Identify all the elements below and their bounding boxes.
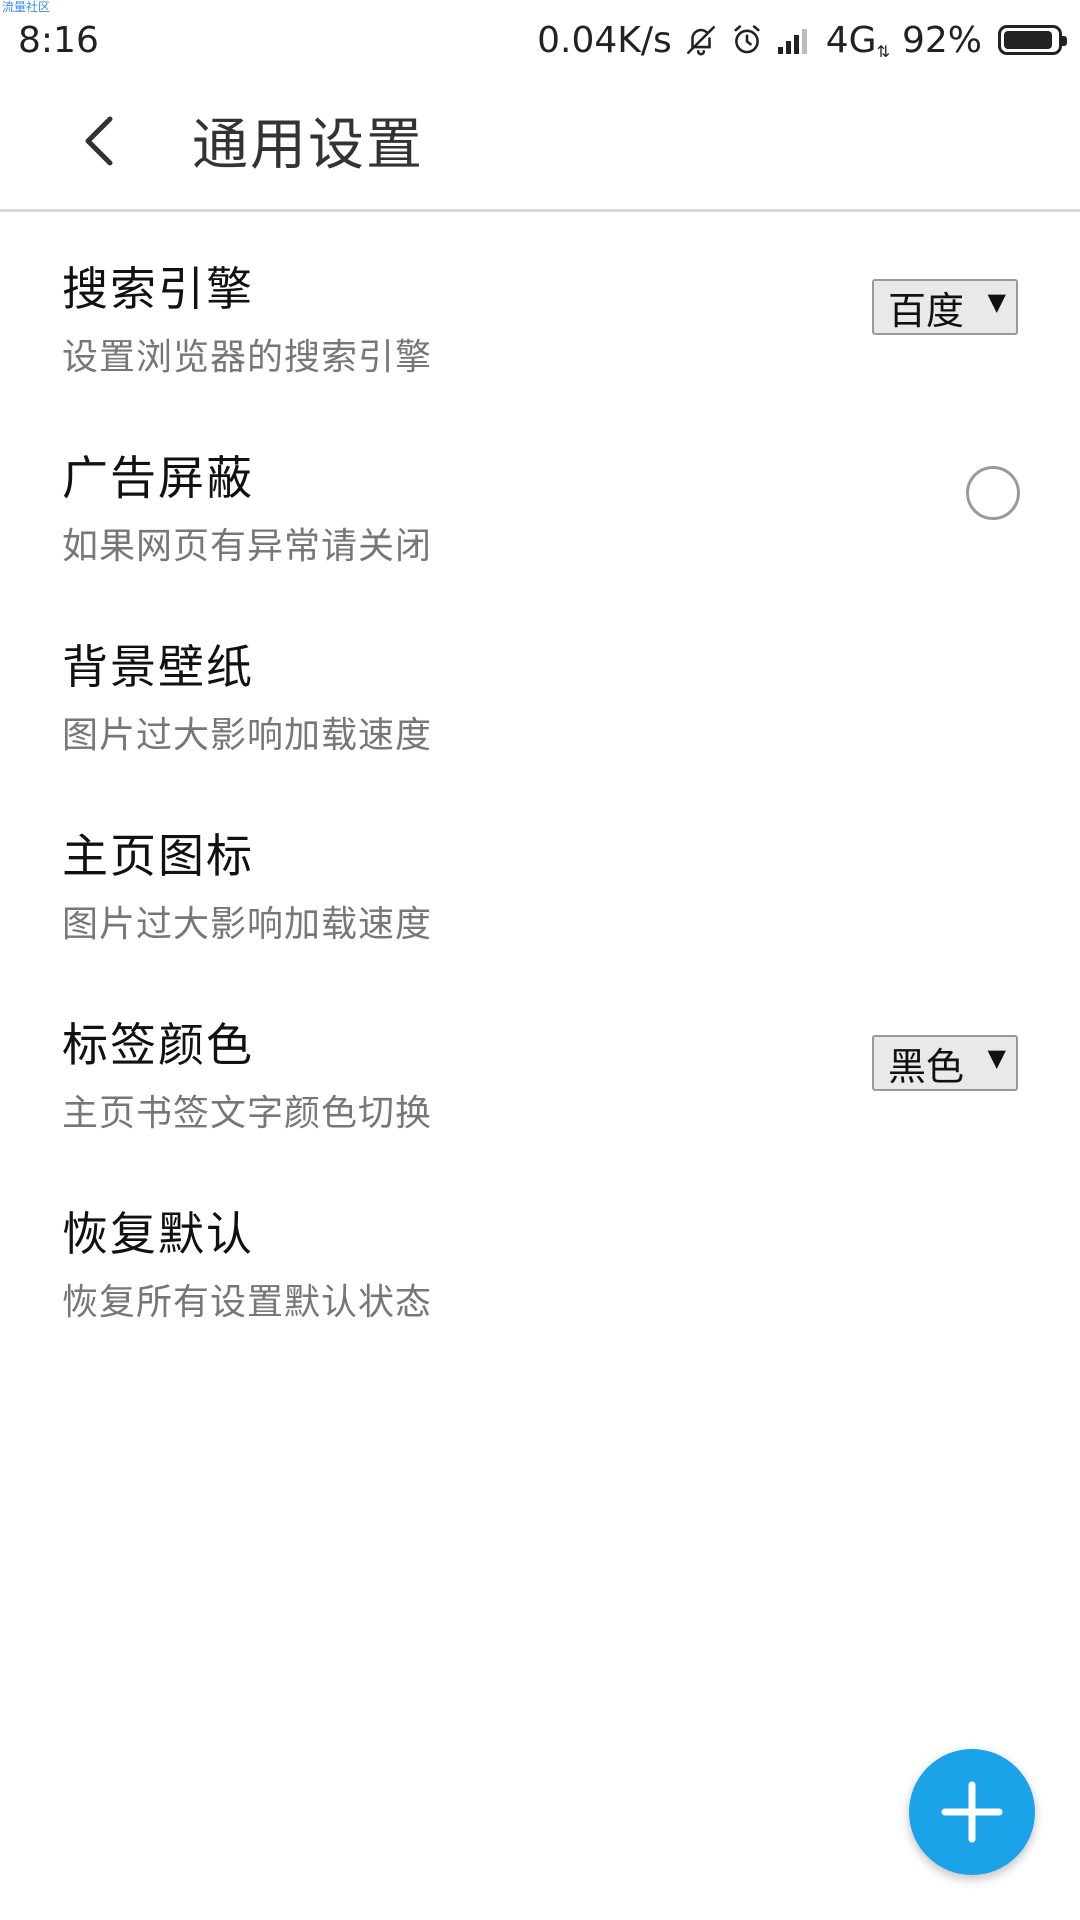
battery-icon [998,25,1067,55]
battery-fill [1004,31,1052,49]
ad-block-radio[interactable] [966,466,1020,520]
plus-icon [941,1781,1003,1843]
dropdown-arrow-icon: ▼ [987,288,1006,316]
setting-description: 图片过大影响加载速度 [62,715,433,756]
setting-description: 设置浏览器的搜索引擎 [62,337,433,378]
page-title: 通用设置 [192,113,424,178]
network-type: 4G⇅ [826,20,890,61]
setting-title: 广告屏蔽 [62,451,254,505]
setting-title: 标签颜色 [62,1018,254,1072]
setting-search-engine[interactable]: 搜索引擎 设置浏览器的搜索引擎 百度 ▼ [0,215,1080,404]
setting-description: 主页书签文字颜色切换 [62,1093,433,1134]
status-bar: 8:16 0.04K/s 4G⇅ 92% [0,0,1080,72]
setting-description: 图片过大影响加载速度 [62,904,433,945]
network-speed: 0.04K/s [537,19,672,61]
page: 流量社区 8:16 0.04K/s 4G⇅ 92% 通用设置 搜索引擎 设置浏览… [0,0,1080,1920]
data-arrows-icon: ⇅ [876,41,890,61]
dropdown-arrow-icon: ▼ [987,1044,1006,1072]
back-button[interactable] [48,91,148,191]
alarm-icon [730,23,764,57]
settings-list: 搜索引擎 设置浏览器的搜索引擎 百度 ▼ 广告屏蔽 如果网页有异常请关闭 背景壁… [0,215,1080,1349]
setting-description: 如果网页有异常请关闭 [62,526,433,567]
add-button[interactable] [909,1749,1035,1875]
setting-description: 恢复所有设置默认状态 [62,1282,433,1323]
chevron-left-icon [85,116,113,165]
setting-background-wallpaper[interactable]: 背景壁纸 图片过大影响加载速度 [0,593,1080,782]
signal-icon [776,25,814,55]
setting-title: 主页图标 [62,829,254,883]
setting-label-color[interactable]: 标签颜色 主页书签文字颜色切换 黑色 ▼ [0,971,1080,1160]
status-right: 0.04K/s 4G⇅ 92% [537,19,1067,61]
select-value: 百度 [888,288,965,333]
network-type-label: 4G [825,19,877,61]
status-left: 8:16 [18,20,99,61]
status-time: 8:16 [18,19,99,61]
setting-home-icons[interactable]: 主页图标 图片过大影响加载速度 [0,782,1080,971]
setting-title: 搜索引擎 [62,262,254,316]
battery-percent: 92% [901,19,982,61]
bell-off-icon [684,23,718,57]
app-bar: 通用设置 [0,72,1080,212]
label-color-select[interactable]: 黑色 ▼ [872,1035,1018,1091]
setting-ad-block[interactable]: 广告屏蔽 如果网页有异常请关闭 [0,404,1080,593]
search-engine-select[interactable]: 百度 ▼ [872,279,1018,335]
setting-title: 恢复默认 [62,1207,254,1261]
select-value: 黑色 [888,1044,965,1089]
setting-title: 背景壁纸 [62,640,254,694]
setting-restore-defaults[interactable]: 恢复默认 恢复所有设置默认状态 [0,1160,1080,1349]
